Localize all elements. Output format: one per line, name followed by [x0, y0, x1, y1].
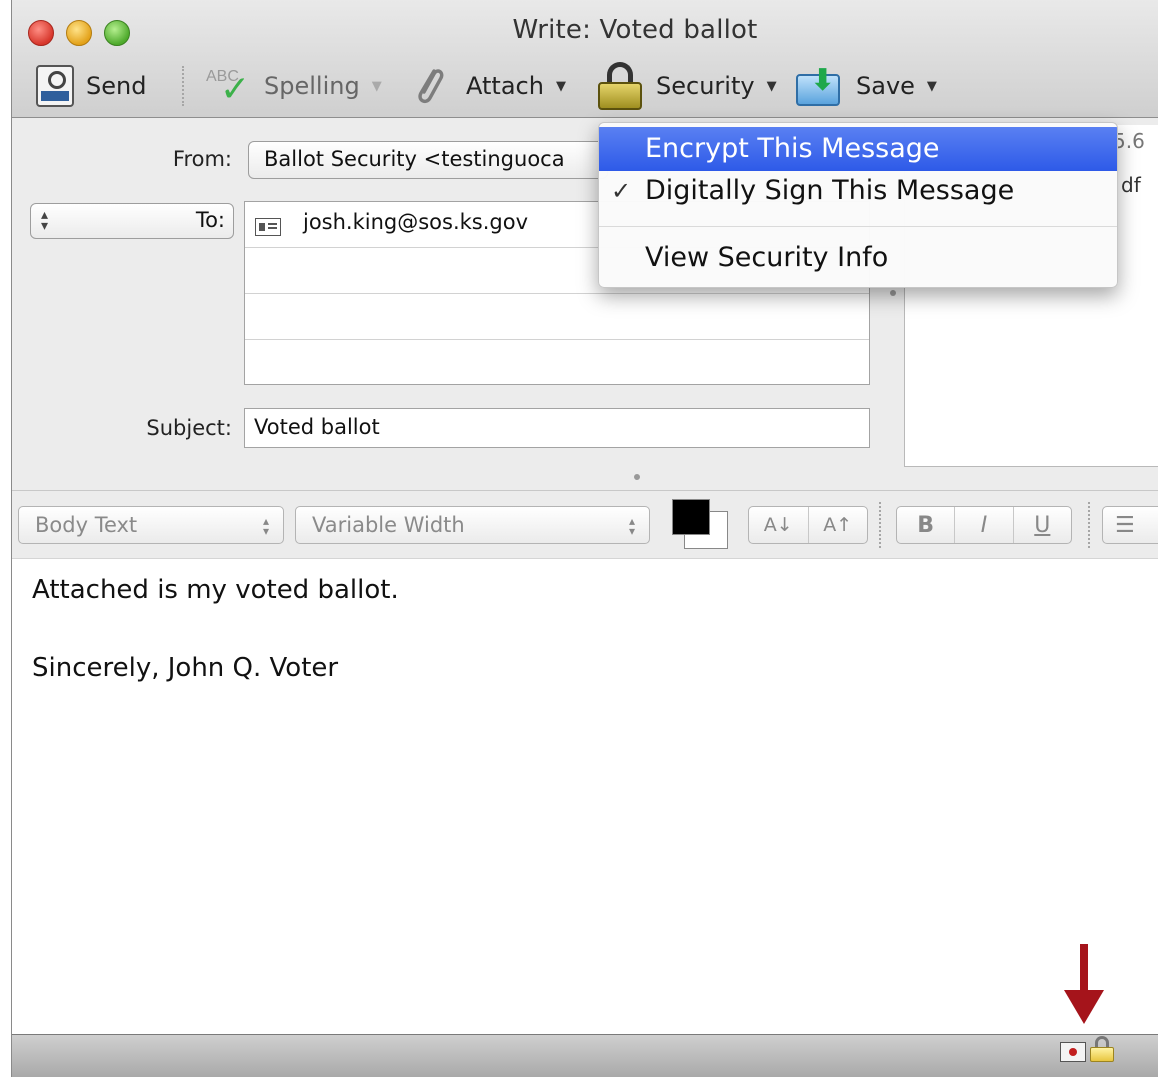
lock-icon — [598, 62, 642, 110]
list-segment: ☰ — [1102, 506, 1158, 544]
annotation-arrow-icon — [1064, 944, 1104, 1026]
security-button[interactable]: Security ▼ — [598, 60, 777, 112]
attach-dropdown-caret: ▼ — [555, 78, 566, 94]
save-button[interactable]: ⬇ Save ▼ — [796, 60, 937, 112]
attach-label: Attach — [466, 72, 544, 100]
checkmark-icon: ✓ — [611, 177, 632, 205]
send-button[interactable]: Send — [36, 60, 146, 112]
security-label: Security — [656, 72, 755, 100]
recipient-address[interactable]: josh.king@sos.ks.gov — [303, 210, 528, 234]
format-separator — [879, 502, 881, 548]
to-label: To: — [195, 208, 225, 232]
status-bar — [12, 1034, 1158, 1077]
text-color-well[interactable] — [672, 499, 710, 535]
decrease-font-size-button[interactable]: A↓ — [749, 507, 809, 543]
address-field-popup[interactable]: ▴ ▾ To: — [30, 203, 234, 239]
attachment-name-fragment: df — [1121, 173, 1141, 197]
attach-button[interactable]: Attach ▼ — [412, 60, 566, 112]
subject-label: Subject: — [146, 416, 232, 440]
spelling-label: Spelling — [264, 72, 360, 100]
menu-item-label: View Security Info — [645, 242, 889, 273]
to-row-empty[interactable] — [245, 340, 869, 386]
paperclip-icon — [418, 69, 444, 104]
encryption-lock-icon[interactable] — [1090, 1036, 1114, 1064]
window-title: Write: Voted ballot — [512, 15, 758, 45]
contact-card-icon — [255, 218, 281, 236]
from-label: From: — [172, 147, 232, 171]
body-line: Sincerely, John Q. Voter — [32, 653, 339, 683]
save-label: Save — [856, 72, 915, 100]
save-icon: ⬇ — [796, 66, 840, 106]
body-line: Attached is my voted ballot. — [32, 575, 399, 605]
spelling-dropdown-caret: ▼ — [371, 78, 382, 94]
save-dropdown-caret: ▼ — [926, 78, 937, 94]
menu-item-label: Encrypt This Message — [645, 133, 940, 164]
message-body[interactable]: Attached is my voted ballot. Sincerely, … — [12, 558, 1158, 1034]
up-down-arrows-icon: ▴ ▾ — [262, 514, 269, 538]
bulleted-list-icon[interactable]: ☰ — [1103, 507, 1158, 543]
title-toolbar-area: Write: Voted ballot Send ABC ✓ Spelling … — [12, 0, 1158, 118]
paragraph-style-value: Body Text — [35, 513, 138, 537]
menu-item-view-security-info[interactable]: View Security Info — [599, 236, 1117, 280]
paragraph-style-popup[interactable]: Body Text ▴ ▾ — [18, 506, 284, 544]
signed-envelope-icon[interactable] — [1060, 1042, 1086, 1062]
italic-button[interactable]: I — [955, 507, 1014, 543]
text-style-segment: B I U — [896, 506, 1072, 544]
desktop-edge — [0, 0, 12, 1077]
toolbar-separator — [182, 66, 184, 106]
splitter-handle[interactable] — [890, 290, 896, 296]
spelling-button[interactable]: ABC ✓ Spelling ▼ — [206, 60, 382, 112]
font-size-segment: A↓ A↑ — [748, 506, 868, 544]
from-account-popup[interactable]: Ballot Security <testinguoca — [248, 141, 608, 179]
spelling-icon: ABC ✓ — [206, 68, 251, 110]
format-separator — [1088, 502, 1090, 548]
font-value: Variable Width — [312, 513, 465, 537]
underline-button[interactable]: U — [1014, 507, 1071, 543]
up-down-arrows-icon: ▴ ▾ — [628, 514, 635, 538]
compose-window: Write: Voted ballot Send ABC ✓ Spelling … — [12, 0, 1158, 1077]
security-dropdown-caret: ▼ — [766, 78, 777, 94]
menu-item-encrypt-message[interactable]: Encrypt This Message — [599, 127, 1117, 171]
up-down-arrows-icon: ▴ ▾ — [41, 207, 49, 234]
bold-button[interactable]: B — [897, 507, 956, 543]
font-popup[interactable]: Variable Width ▴ ▾ — [295, 506, 650, 544]
increase-font-size-button[interactable]: A↑ — [809, 507, 868, 543]
send-icon — [36, 65, 74, 107]
menu-item-label: Digitally Sign This Message — [645, 175, 1015, 206]
send-label: Send — [86, 72, 147, 100]
menu-item-digitally-sign[interactable]: ✓ Digitally Sign This Message — [599, 169, 1117, 213]
security-menu: Encrypt This Message ✓ Digitally Sign Th… — [598, 122, 1118, 288]
splitter-handle[interactable] — [634, 474, 640, 480]
subject-field[interactable]: Voted ballot — [244, 408, 870, 448]
to-row-empty[interactable] — [245, 294, 869, 340]
menu-separator — [599, 226, 1117, 227]
